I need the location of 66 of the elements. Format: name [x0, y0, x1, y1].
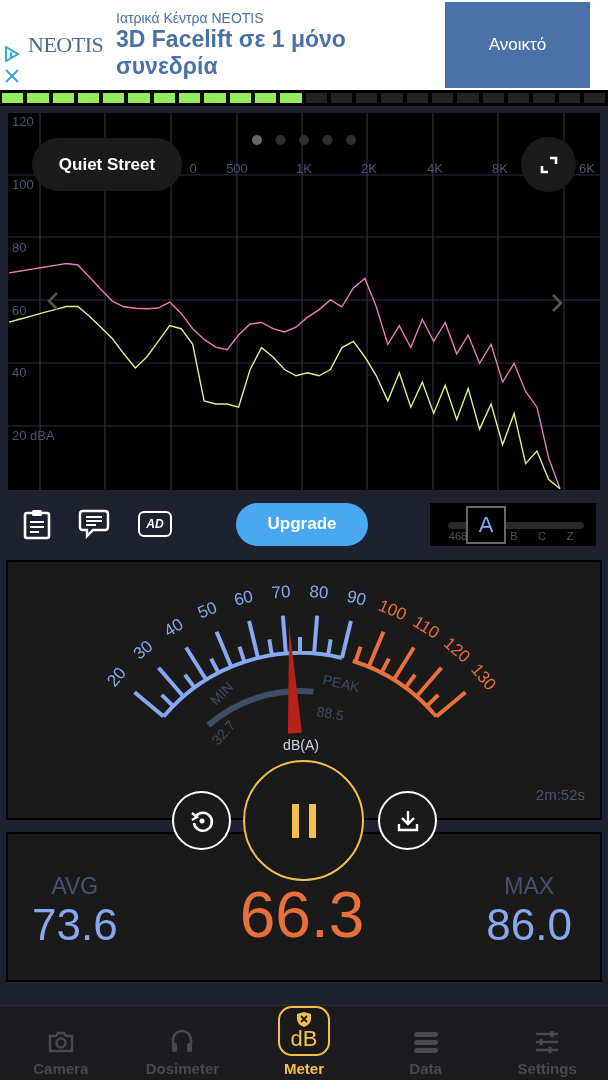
x-axis-label: 4K — [427, 161, 443, 176]
x-axis-label: 6K — [579, 161, 595, 176]
y-axis-label: 20 dBA — [12, 428, 55, 443]
max-label: MAX — [504, 872, 555, 900]
x-axis-label: 8K — [492, 161, 508, 176]
page-dot[interactable] — [299, 135, 309, 145]
y-axis-label: 80 — [12, 239, 27, 255]
weighting-option[interactable]: C — [538, 529, 546, 542]
headphones-icon — [170, 1028, 195, 1054]
upgrade-button[interactable]: Upgrade — [236, 502, 368, 546]
avg-value: 73.6 — [32, 899, 118, 950]
scale-label: 20 — [103, 663, 130, 691]
avg-label: AVG — [51, 872, 99, 900]
y-axis-label: 120 — [12, 114, 34, 130]
y-axis-label: 40 — [12, 365, 27, 381]
chat-icon[interactable] — [78, 509, 110, 539]
ad-sponsor: Ιατρικά Κέντρα NEOTIS — [116, 10, 265, 26]
scale-label: 60 — [232, 586, 255, 610]
camera-icon — [46, 1030, 75, 1054]
peak-label: PEAK — [321, 671, 362, 696]
scale-label: 50 — [195, 597, 220, 623]
weighting-selector[interactable]: 468 A B C Z — [430, 502, 596, 546]
unit-label: dB(A) — [283, 737, 319, 753]
ad-banner[interactable]: NEOTIS Ιατρικά Κέντρα NEOTIS 3D Facelift σε 1 μόνο συνεδρία Ανοικτό — [0, 0, 608, 90]
current-value: 66.3 — [239, 878, 365, 952]
elapsed-time: 2m:52s — [535, 786, 585, 803]
scale-label: 80 — [308, 582, 330, 603]
ad-headline[interactable]: 3D Facelift σε 1 μόνο συνεδρία — [116, 26, 406, 80]
x-axis-label: 1K — [296, 161, 312, 176]
preset-label[interactable]: Quiet Street — [32, 138, 182, 191]
y-axis-label: 100 — [12, 177, 34, 192]
x-axis-label: 2K — [361, 161, 377, 176]
clipboard-icon[interactable] — [23, 508, 51, 540]
x-axis-label: 500 — [226, 161, 248, 176]
scale-label: 90 — [345, 586, 368, 610]
weighting-option[interactable]: 468 — [448, 529, 468, 542]
weighting-option[interactable]: Z — [566, 529, 574, 542]
advertiser-logo: NEOTIS — [28, 32, 105, 58]
meter-icon: dB — [278, 1006, 330, 1056]
pause-icon — [289, 801, 318, 840]
expand-icon — [538, 154, 559, 175]
chevron-right-icon[interactable] — [552, 294, 563, 312]
close-icon[interactable] — [4, 68, 20, 84]
weighting-option[interactable]: A — [466, 505, 506, 544]
download-icon — [395, 808, 420, 833]
settings-icon — [534, 1030, 561, 1054]
stack-icon — [411, 1030, 440, 1054]
chevron-left-icon[interactable] — [47, 292, 58, 310]
ad-free-icon[interactable]: AD — [138, 511, 172, 537]
ad-open-button[interactable]: Ανοικτό — [445, 2, 590, 88]
scale-label: 70 — [270, 582, 292, 603]
adchoices-icon[interactable] — [4, 46, 20, 62]
y-axis-label: 60 — [12, 302, 27, 318]
page-dot[interactable] — [346, 135, 356, 145]
page-dot[interactable] — [322, 135, 333, 145]
min-label: MIN — [206, 678, 237, 709]
page-dot[interactable] — [275, 135, 286, 145]
peak-value: 88.5 — [315, 703, 346, 724]
scale-label: 40 — [160, 614, 187, 641]
weighting-option[interactable]: B — [510, 529, 518, 542]
x-axis-label: 0 — [189, 161, 197, 176]
scale-label: 30 — [129, 636, 157, 664]
page-dot[interactable] — [252, 135, 262, 145]
scale-label: 100 — [375, 595, 410, 625]
max-value: 86.0 — [486, 899, 572, 950]
tab[interactable]: dB Meter — [243, 1006, 365, 1080]
